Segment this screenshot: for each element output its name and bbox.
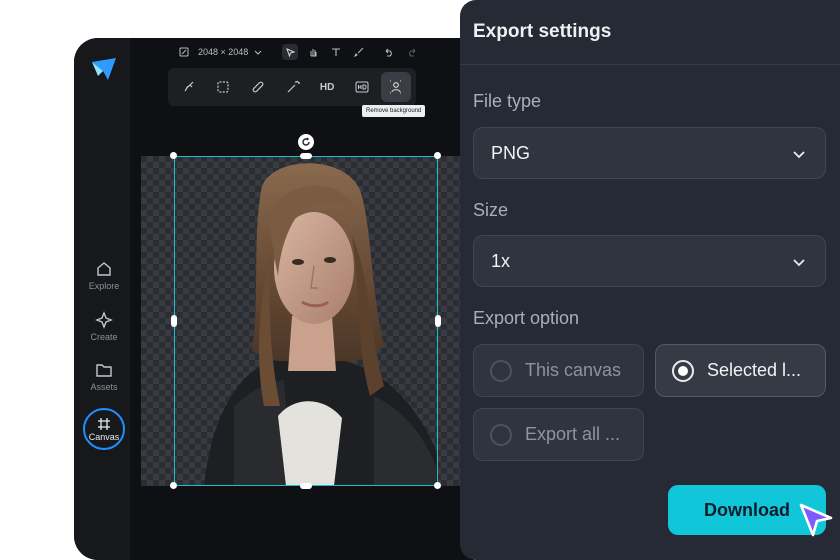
option-label: Export all ... — [525, 424, 621, 444]
sidebar-item-canvas[interactable]: Canvas — [83, 408, 125, 450]
sidebar-item-create[interactable]: Create — [74, 311, 134, 342]
sidebar-item-label: Canvas — [88, 431, 120, 442]
rotate-handle[interactable] — [298, 134, 314, 150]
resize-handle-bottom[interactable] — [300, 483, 312, 489]
editor-topbar: 2048 × 2048 — [130, 38, 474, 66]
option-label: Selected l... — [707, 360, 802, 380]
healing-button[interactable] — [243, 72, 273, 102]
size-value: 1x — [491, 250, 511, 271]
sidebar-item-assets[interactable]: Assets — [74, 361, 134, 392]
sidebar-item-explore[interactable]: Explore — [74, 260, 134, 291]
ai-toolstrip: HD — [168, 68, 416, 106]
text-tool-icon[interactable] — [328, 44, 344, 60]
radio-button[interactable] — [490, 423, 512, 446]
file-type-label: File type — [473, 91, 542, 111]
remove-background-icon — [390, 80, 403, 94]
chevron-down-icon — [793, 151, 805, 159]
resize-handle-top[interactable] — [300, 153, 312, 159]
resize-handle-left[interactable] — [171, 315, 177, 327]
size-select[interactable]: 1x — [473, 235, 826, 287]
selection-box[interactable] — [174, 156, 438, 486]
export-settings-panel: Export settings File type PNG Size 1x Ex… — [460, 0, 840, 560]
resize-icon[interactable] — [176, 44, 192, 60]
sidebar-item-label: Create — [90, 332, 118, 342]
magic-wand-icon — [287, 80, 300, 93]
resize-handle-top-left[interactable] — [170, 152, 177, 159]
screenshot-stage: Explore Create Assets Canvas 2048 × 2048 — [0, 0, 840, 560]
crop-icon — [217, 81, 229, 93]
bandage-icon — [252, 81, 264, 93]
home-icon — [97, 262, 111, 276]
sidebar: Explore Create Assets Canvas — [74, 38, 130, 560]
app-logo — [92, 58, 116, 80]
sidebar-item-label: Explore — [88, 281, 120, 291]
export-option-selected-layers[interactable]: Selected l... — [655, 344, 826, 397]
select-tool-icon[interactable] — [282, 44, 299, 60]
eraser-brush-button[interactable] — [174, 72, 204, 102]
undo-icon[interactable] — [381, 44, 397, 60]
panel-title: Export settings — [473, 21, 612, 42]
eraser-brush-icon — [184, 81, 194, 92]
redo-icon[interactable] — [404, 44, 420, 60]
chevron-down-icon[interactable] — [250, 44, 266, 60]
mouse-cursor-icon — [799, 503, 833, 537]
radio-button[interactable] — [490, 359, 512, 382]
hd-plus-button[interactable] — [347, 72, 377, 102]
sparkle-icon — [95, 311, 113, 329]
option-label: This canvas — [525, 360, 622, 380]
radio-button-checked[interactable] — [672, 359, 694, 382]
export-option-this-canvas[interactable]: This canvas — [473, 344, 644, 397]
resize-handle-right[interactable] — [435, 315, 441, 327]
divider — [460, 64, 840, 65]
file-type-select[interactable]: PNG — [473, 127, 826, 179]
remove-background-button[interactable] — [381, 72, 412, 102]
canvas-size-readout[interactable]: 2048 × 2048 — [198, 47, 248, 57]
export-option-label: Export option — [473, 308, 580, 328]
sidebar-item-label: Assets — [90, 382, 118, 392]
export-option-export-all[interactable]: Export all ... — [473, 408, 644, 461]
resize-handle-bottom-left[interactable] — [170, 482, 177, 489]
resize-handle-top-right[interactable] — [434, 152, 441, 159]
editor-window: Explore Create Assets Canvas 2048 × 2048 — [74, 38, 474, 560]
size-label: Size — [473, 200, 509, 220]
folder-icon — [96, 364, 112, 377]
hash-icon — [98, 417, 110, 430]
hd-plus-icon — [355, 81, 369, 93]
tooltip: Remove background — [362, 105, 426, 117]
resize-handle-bottom-right[interactable] — [434, 482, 441, 489]
brush-tool-icon[interactable] — [351, 44, 367, 60]
file-type-value: PNG — [491, 142, 531, 163]
rotate-icon — [302, 137, 310, 146]
hand-tool-icon[interactable] — [305, 44, 321, 60]
crop-button[interactable] — [209, 72, 239, 102]
chevron-down-icon — [793, 259, 805, 267]
magic-wand-button[interactable] — [278, 72, 308, 102]
hd-button[interactable]: HD — [312, 72, 342, 102]
